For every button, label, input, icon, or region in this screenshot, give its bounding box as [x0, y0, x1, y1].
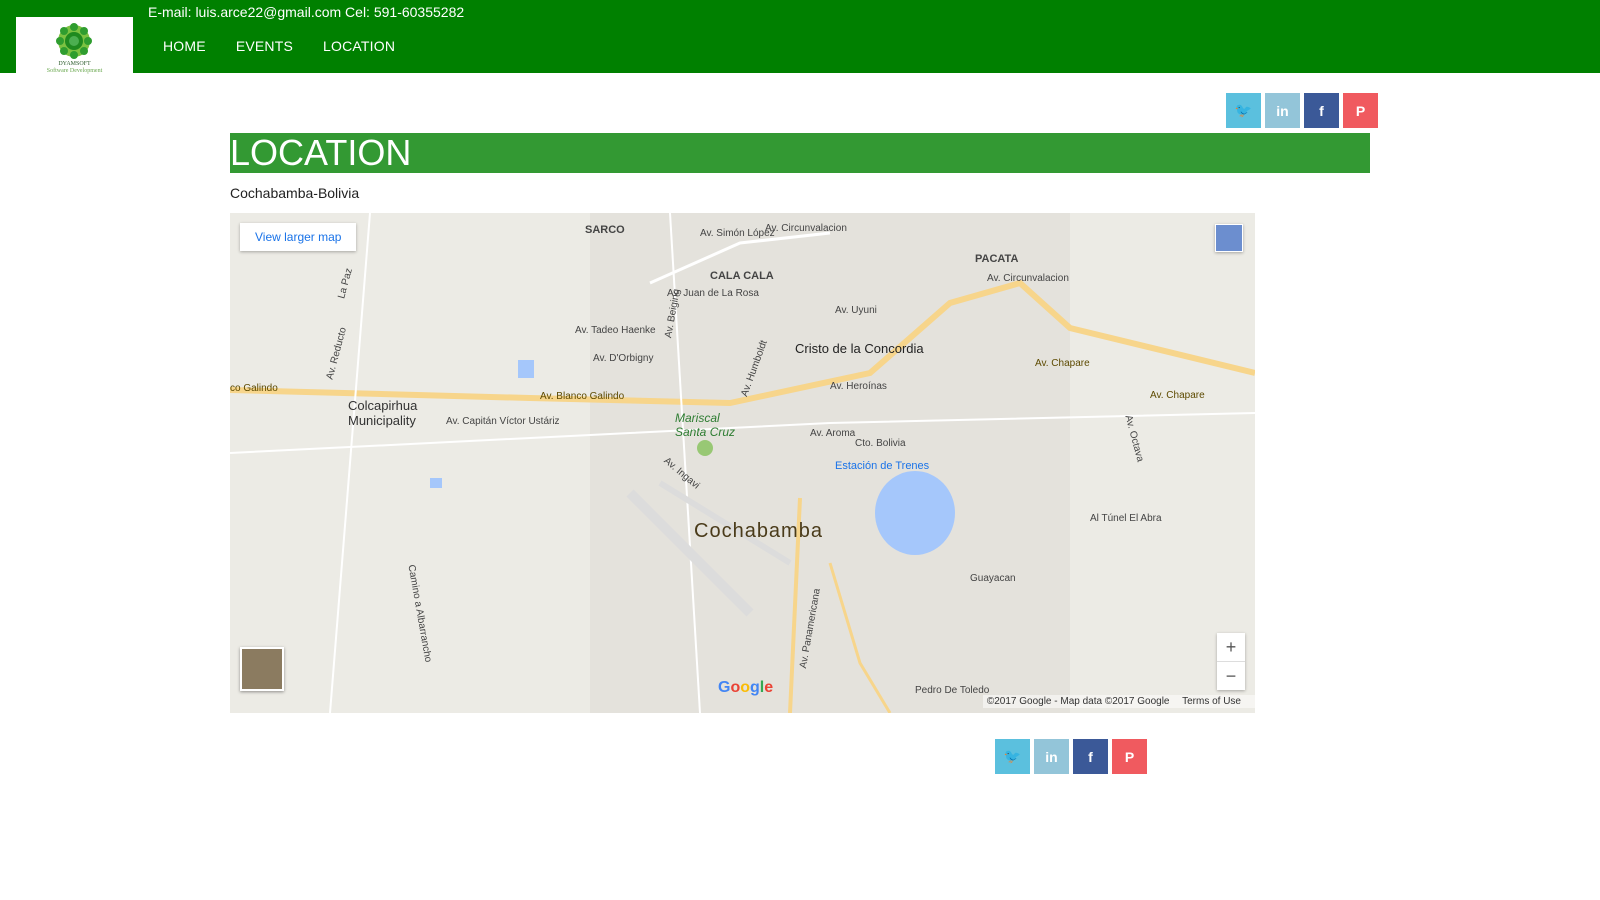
- contact-info: E-mail: luis.arce22@gmail.com Cel: 591-6…: [148, 4, 465, 20]
- map-label: Av. Heroínas: [830, 381, 887, 392]
- map-label: Av. Tadeo Haenke: [575, 325, 656, 336]
- linkedin-icon[interactable]: in: [1265, 93, 1300, 128]
- google-logo: Google: [718, 679, 774, 696]
- map-label: Av. Aroma: [810, 428, 856, 439]
- share-bar-top: 🐦 in f P: [1226, 93, 1378, 128]
- attribution-text: ©2017 Google - Map data ©2017 Google: [986, 696, 1170, 707]
- logo-subtitle: Software Development: [46, 68, 103, 74]
- facebook-icon[interactable]: f: [1073, 739, 1108, 774]
- zoom-out-button[interactable]: −: [1217, 661, 1245, 690]
- page-title: LOCATION: [230, 133, 1370, 173]
- facebook-icon[interactable]: f: [1304, 93, 1339, 128]
- pinterest-icon[interactable]: P: [1112, 739, 1147, 774]
- map-label: Cto. Bolivia: [855, 438, 906, 449]
- map-label: Av. Chapare: [1150, 390, 1205, 401]
- station-label[interactable]: Estación de Trenes: [835, 460, 929, 472]
- zoom-in-button[interactable]: +: [1217, 633, 1245, 661]
- nav-home[interactable]: HOME: [163, 38, 206, 54]
- satellite-toggle[interactable]: [240, 647, 284, 691]
- pegman-icon[interactable]: [1215, 224, 1243, 252]
- map-label: Av. Chapare: [1035, 358, 1090, 369]
- nav-location[interactable]: LOCATION: [323, 38, 395, 54]
- view-larger-map-link[interactable]: View larger map: [240, 223, 357, 251]
- map-label: Guayacan: [970, 573, 1016, 584]
- zoom-controls: + −: [1217, 633, 1245, 690]
- location-subtitle: Cochabamba-Bolivia: [230, 185, 360, 201]
- nav-events[interactable]: EVENTS: [236, 38, 293, 54]
- twitter-icon[interactable]: 🐦: [1226, 93, 1261, 128]
- map-label: CALA CALA: [710, 270, 774, 282]
- map-label: Av. D'Orbigny: [593, 353, 654, 364]
- share-bar-bottom: 🐦 in f P: [995, 739, 1147, 774]
- city-label: Cochabamba: [694, 520, 823, 542]
- landmark-label[interactable]: Cristo de la Concordia: [795, 341, 924, 356]
- map-label: Av. Simón López: [700, 228, 775, 239]
- map-attribution: ©2017 Google - Map data ©2017 Google Ter…: [982, 695, 1255, 708]
- map-label: Av. Circunvalacion: [987, 273, 1069, 284]
- twitter-icon[interactable]: 🐦: [995, 739, 1030, 774]
- main-nav: HOME EVENTS LOCATION: [163, 38, 395, 56]
- linkedin-icon[interactable]: in: [1034, 739, 1069, 774]
- map-label: SARCO: [585, 224, 625, 236]
- municipality-label: Colcapirhua Municipality: [348, 398, 418, 428]
- map-label: Av. Capitán Víctor Ustáriz: [446, 416, 560, 427]
- terms-link[interactable]: Terms of Use: [1182, 696, 1241, 707]
- park-label[interactable]: Mariscal Santa Cruz: [675, 411, 745, 439]
- map-label: Av. Blanco Galindo: [540, 391, 625, 402]
- map-label: Av. Uyuni: [835, 305, 877, 316]
- map-label: Av. Circunvalacion: [765, 223, 847, 234]
- map-label: Pedro De Toledo: [915, 685, 990, 696]
- map-label: co Galindo: [230, 383, 278, 394]
- map-label: PACATA: [975, 253, 1019, 265]
- embedded-map[interactable]: SARCO CALA CALA PACATA Av. Circunvalacio…: [230, 213, 1255, 713]
- top-navbar: DYAMSOFT Software Development E-mail: lu…: [0, 0, 1600, 77]
- logo-title: DYAMSOFT: [58, 61, 91, 67]
- logo[interactable]: DYAMSOFT Software Development: [16, 17, 133, 77]
- pinterest-icon[interactable]: P: [1343, 93, 1378, 128]
- map-label: Al Túnel El Abra: [1090, 513, 1162, 524]
